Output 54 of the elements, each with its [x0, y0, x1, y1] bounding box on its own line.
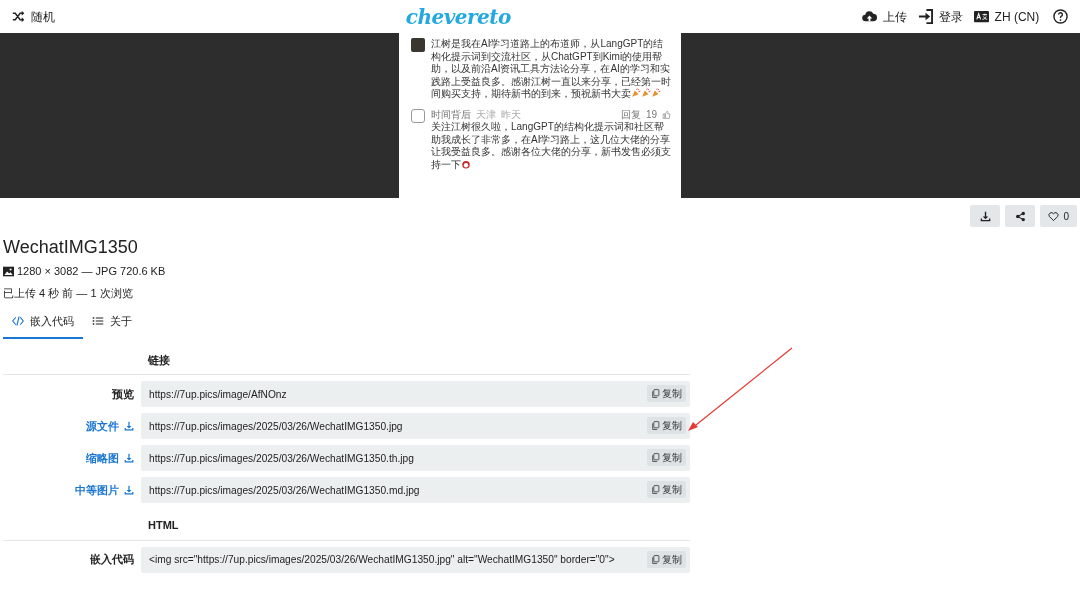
copy-button[interactable]: 复制 — [647, 417, 686, 434]
avatar — [411, 108, 425, 123]
login-link[interactable]: 登录 — [917, 7, 963, 26]
download-icon — [124, 453, 134, 463]
language-link[interactable]: ZH (CN) — [973, 7, 1040, 26]
emoji-icon — [461, 158, 471, 169]
download-icon — [124, 485, 134, 495]
heart-icon — [1048, 210, 1060, 222]
image-icon — [3, 265, 14, 277]
download-link[interactable]: 缩略图 — [86, 449, 119, 467]
copy-button[interactable]: 复制 — [647, 449, 686, 466]
like-button[interactable]: 0 — [1040, 205, 1077, 227]
field-label: 预览 — [112, 386, 134, 402]
tab[interactable]: 关于 — [83, 306, 141, 339]
comment-text: 关注江树很久啦，LangGPT的结构化提示词和社区帮助我成长了非常多，在AI学习路上，这几位大佬的分享让我受益良多。感谢各位大佬的分享，新书发售必须支持一下 — [431, 121, 671, 171]
share-icon — [1014, 210, 1026, 222]
field-label: 嵌入代码 — [90, 552, 134, 568]
image-title: WechatIMG1350 — [3, 236, 139, 258]
share-button[interactable] — [1005, 205, 1036, 227]
copy-button[interactable]: 复制 — [647, 481, 686, 498]
upload-icon — [861, 9, 877, 24]
comment-time: 昨天 — [501, 108, 521, 121]
help-button[interactable] — [1053, 9, 1068, 24]
login-icon — [917, 9, 933, 24]
thumbs-up-icon — [662, 110, 671, 120]
copy-icon — [651, 554, 660, 564]
download-icon — [979, 210, 991, 222]
comment-location: 天津 — [476, 108, 496, 121]
code-icon — [12, 315, 24, 328]
random-link[interactable]: 随机 — [12, 7, 55, 26]
party-popper-icon — [651, 88, 661, 98]
reply-link[interactable]: 回复 — [620, 108, 641, 121]
comment-text: 江树是我在AI学习道路上的布道师，从LangGPT的结构化提示词到交流社区，从ChatGPT到Kimi的使用帮助，以及前沿AI资讯工具方法论分享，在AI的学习和实践路上受益良多。感谢江树一直以来分享，已经第一时间购买支持，期待新书的到来，预祝新书大卖 — [431, 38, 671, 101]
download-button[interactable] — [970, 205, 1001, 227]
language-icon — [973, 9, 989, 24]
copy-icon — [651, 389, 660, 398]
section-heading: HTML — [148, 519, 179, 531]
list-icon — [92, 315, 104, 328]
section-heading: 链接 — [148, 353, 170, 366]
comment-author: 时间背后 — [431, 108, 471, 121]
upload-link[interactable]: 上传 — [861, 7, 907, 26]
avatar — [411, 38, 425, 52]
copy-icon — [651, 485, 660, 494]
download-icon — [124, 421, 134, 431]
download-link[interactable]: 中等图片 — [75, 481, 119, 499]
shuffle-icon — [12, 10, 25, 23]
tab[interactable]: 嵌入代码 — [3, 306, 83, 339]
copy-icon — [651, 453, 660, 462]
download-link[interactable]: 源文件 — [86, 417, 119, 435]
like-count: 19 — [645, 108, 657, 121]
copy-button[interactable]: 复制 — [647, 385, 686, 402]
image-stats: 已上传 4 秒 前 — 1 次浏览 — [3, 285, 134, 301]
image-meta: 1280 × 3082 — JPG 720.6 KB — [17, 264, 166, 279]
copy-icon — [651, 421, 660, 430]
